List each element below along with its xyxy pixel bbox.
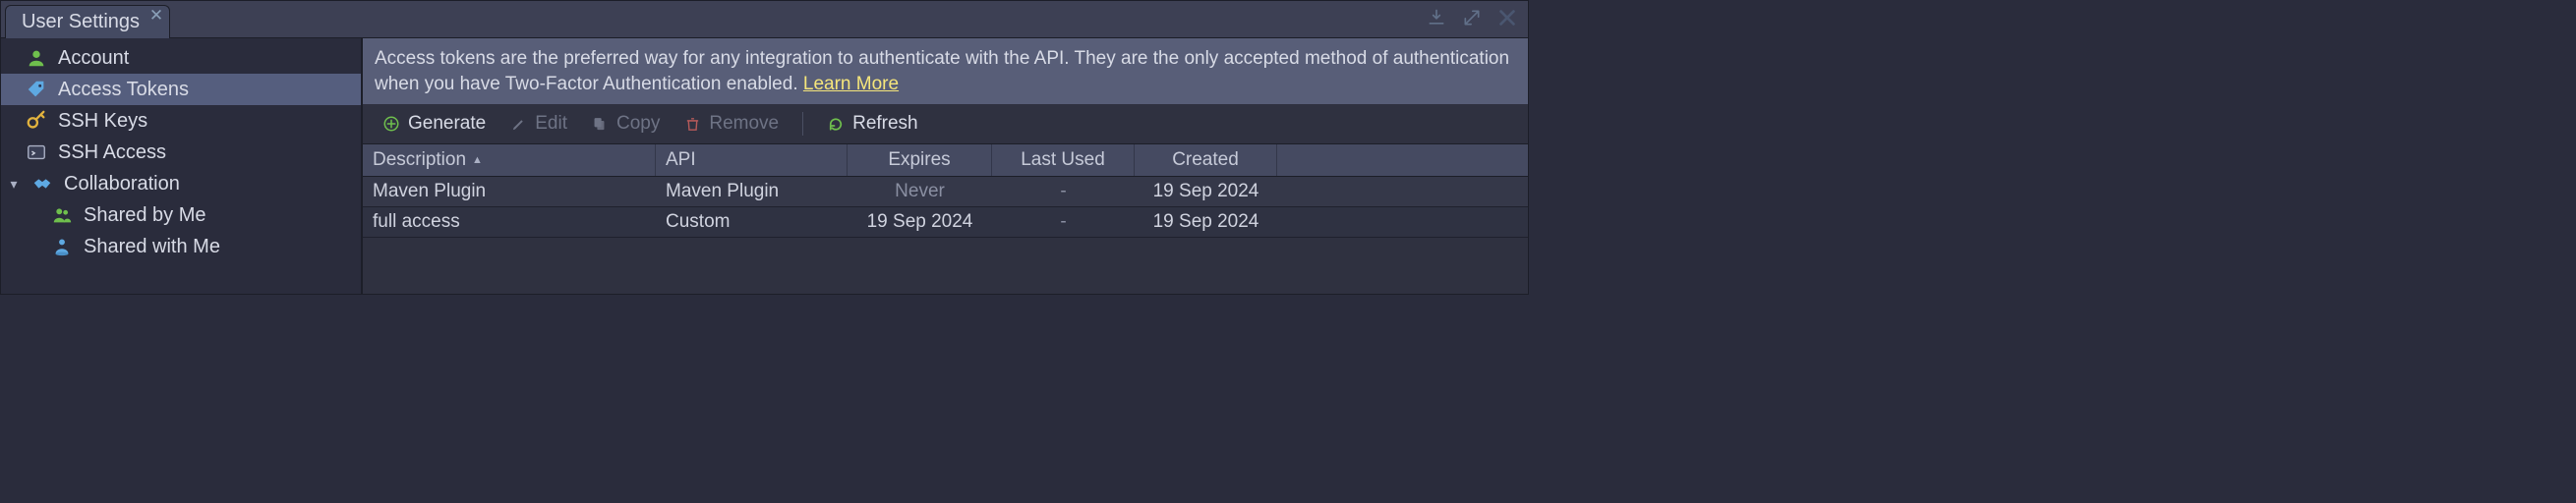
learn-more-link[interactable]: Learn More — [803, 74, 899, 94]
tab-title: User Settings — [22, 11, 140, 33]
cell-description: Maven Plugin — [363, 177, 656, 206]
edit-button[interactable]: Edit — [499, 110, 577, 138]
handshake-icon — [30, 172, 54, 196]
table-row[interactable]: Maven Plugin Maven Plugin Never - 19 Sep… — [363, 177, 1528, 207]
cell-expires: Never — [848, 177, 992, 206]
info-banner: Access tokens are the preferred way for … — [363, 38, 1528, 104]
header-last-used[interactable]: Last Used — [992, 144, 1135, 176]
close-icon[interactable]: ✕ — [149, 6, 163, 26]
refresh-button[interactable]: Refresh — [817, 110, 928, 138]
tab-user-settings[interactable]: User Settings ✕ — [5, 5, 170, 38]
button-label: Refresh — [852, 113, 918, 135]
toolbar: Generate Edit Copy — [363, 104, 1528, 144]
cell-api: Maven Plugin — [656, 177, 848, 206]
cell-created: 19 Sep 2024 — [1135, 177, 1277, 206]
chevron-down-icon[interactable]: ▾ — [7, 176, 21, 193]
close-window-icon[interactable] — [1496, 7, 1518, 28]
sidebar-item-label: SSH Keys — [58, 110, 147, 133]
cell-description: full access — [363, 207, 656, 237]
header-created[interactable]: Created — [1135, 144, 1277, 176]
header-description[interactable]: Description ▲ — [363, 144, 656, 176]
sidebar-item-label: Account — [58, 47, 129, 70]
sidebar-item-label: Collaboration — [64, 173, 180, 196]
cell-expires: 19 Sep 2024 — [848, 207, 992, 237]
expand-icon[interactable] — [1461, 7, 1483, 28]
sidebar-item-label: Shared by Me — [84, 204, 206, 227]
user-icon — [25, 46, 48, 70]
copy-icon — [591, 115, 609, 133]
header-fill — [1277, 144, 1528, 176]
button-label: Remove — [709, 113, 779, 135]
plus-icon — [382, 115, 400, 133]
button-label: Generate — [408, 113, 486, 135]
sort-asc-icon: ▲ — [472, 154, 483, 166]
sidebar-item-ssh-access[interactable]: SSH Access — [1, 137, 361, 168]
window-actions — [1426, 7, 1518, 28]
header-expires[interactable]: Expires — [848, 144, 992, 176]
tag-icon — [25, 78, 48, 101]
cell-api: Custom — [656, 207, 848, 237]
sidebar-item-label: SSH Access — [58, 141, 166, 164]
button-label: Edit — [535, 113, 567, 135]
trash-icon — [683, 115, 701, 133]
sidebar-item-label: Shared with Me — [84, 236, 220, 258]
download-icon[interactable] — [1426, 7, 1447, 28]
table-row[interactable]: full access Custom 19 Sep 2024 - 19 Sep … — [363, 207, 1528, 238]
user-settings-window: User Settings ✕ Account — [0, 0, 1529, 295]
terminal-icon — [25, 140, 48, 164]
sidebar: Account Access Tokens SSH Keys SSH Acces… — [1, 38, 363, 294]
main-panel: Access tokens are the preferred way for … — [363, 38, 1528, 294]
sidebar-item-collaboration[interactable]: ▾ Collaboration — [1, 168, 361, 199]
table-header: Description ▲ API Expires Last Used Crea… — [363, 144, 1528, 177]
info-text: Access tokens are the preferred way for … — [375, 48, 1509, 94]
table-body: Maven Plugin Maven Plugin Never - 19 Sep… — [363, 177, 1528, 238]
sidebar-item-label: Access Tokens — [58, 79, 189, 101]
generate-button[interactable]: Generate — [373, 110, 496, 138]
tab-strip: User Settings ✕ — [1, 1, 1528, 38]
sidebar-item-account[interactable]: Account — [1, 42, 361, 74]
separator — [802, 112, 803, 136]
user-shared-icon — [50, 235, 74, 258]
users-icon — [50, 203, 74, 227]
header-api[interactable]: API — [656, 144, 848, 176]
cell-last-used: - — [992, 207, 1135, 237]
key-icon — [25, 109, 48, 133]
cell-created: 19 Sep 2024 — [1135, 207, 1277, 237]
tokens-table: Description ▲ API Expires Last Used Crea… — [363, 144, 1528, 238]
refresh-icon — [827, 115, 845, 133]
sidebar-item-shared-with-me[interactable]: Shared with Me — [1, 231, 361, 262]
sidebar-item-access-tokens[interactable]: Access Tokens — [1, 74, 361, 105]
sidebar-item-shared-by-me[interactable]: Shared by Me — [1, 199, 361, 231]
cell-last-used: - — [992, 177, 1135, 206]
pencil-icon — [509, 115, 527, 133]
button-label: Copy — [616, 113, 660, 135]
remove-button[interactable]: Remove — [673, 110, 789, 138]
sidebar-item-ssh-keys[interactable]: SSH Keys — [1, 105, 361, 137]
copy-button[interactable]: Copy — [581, 110, 670, 138]
